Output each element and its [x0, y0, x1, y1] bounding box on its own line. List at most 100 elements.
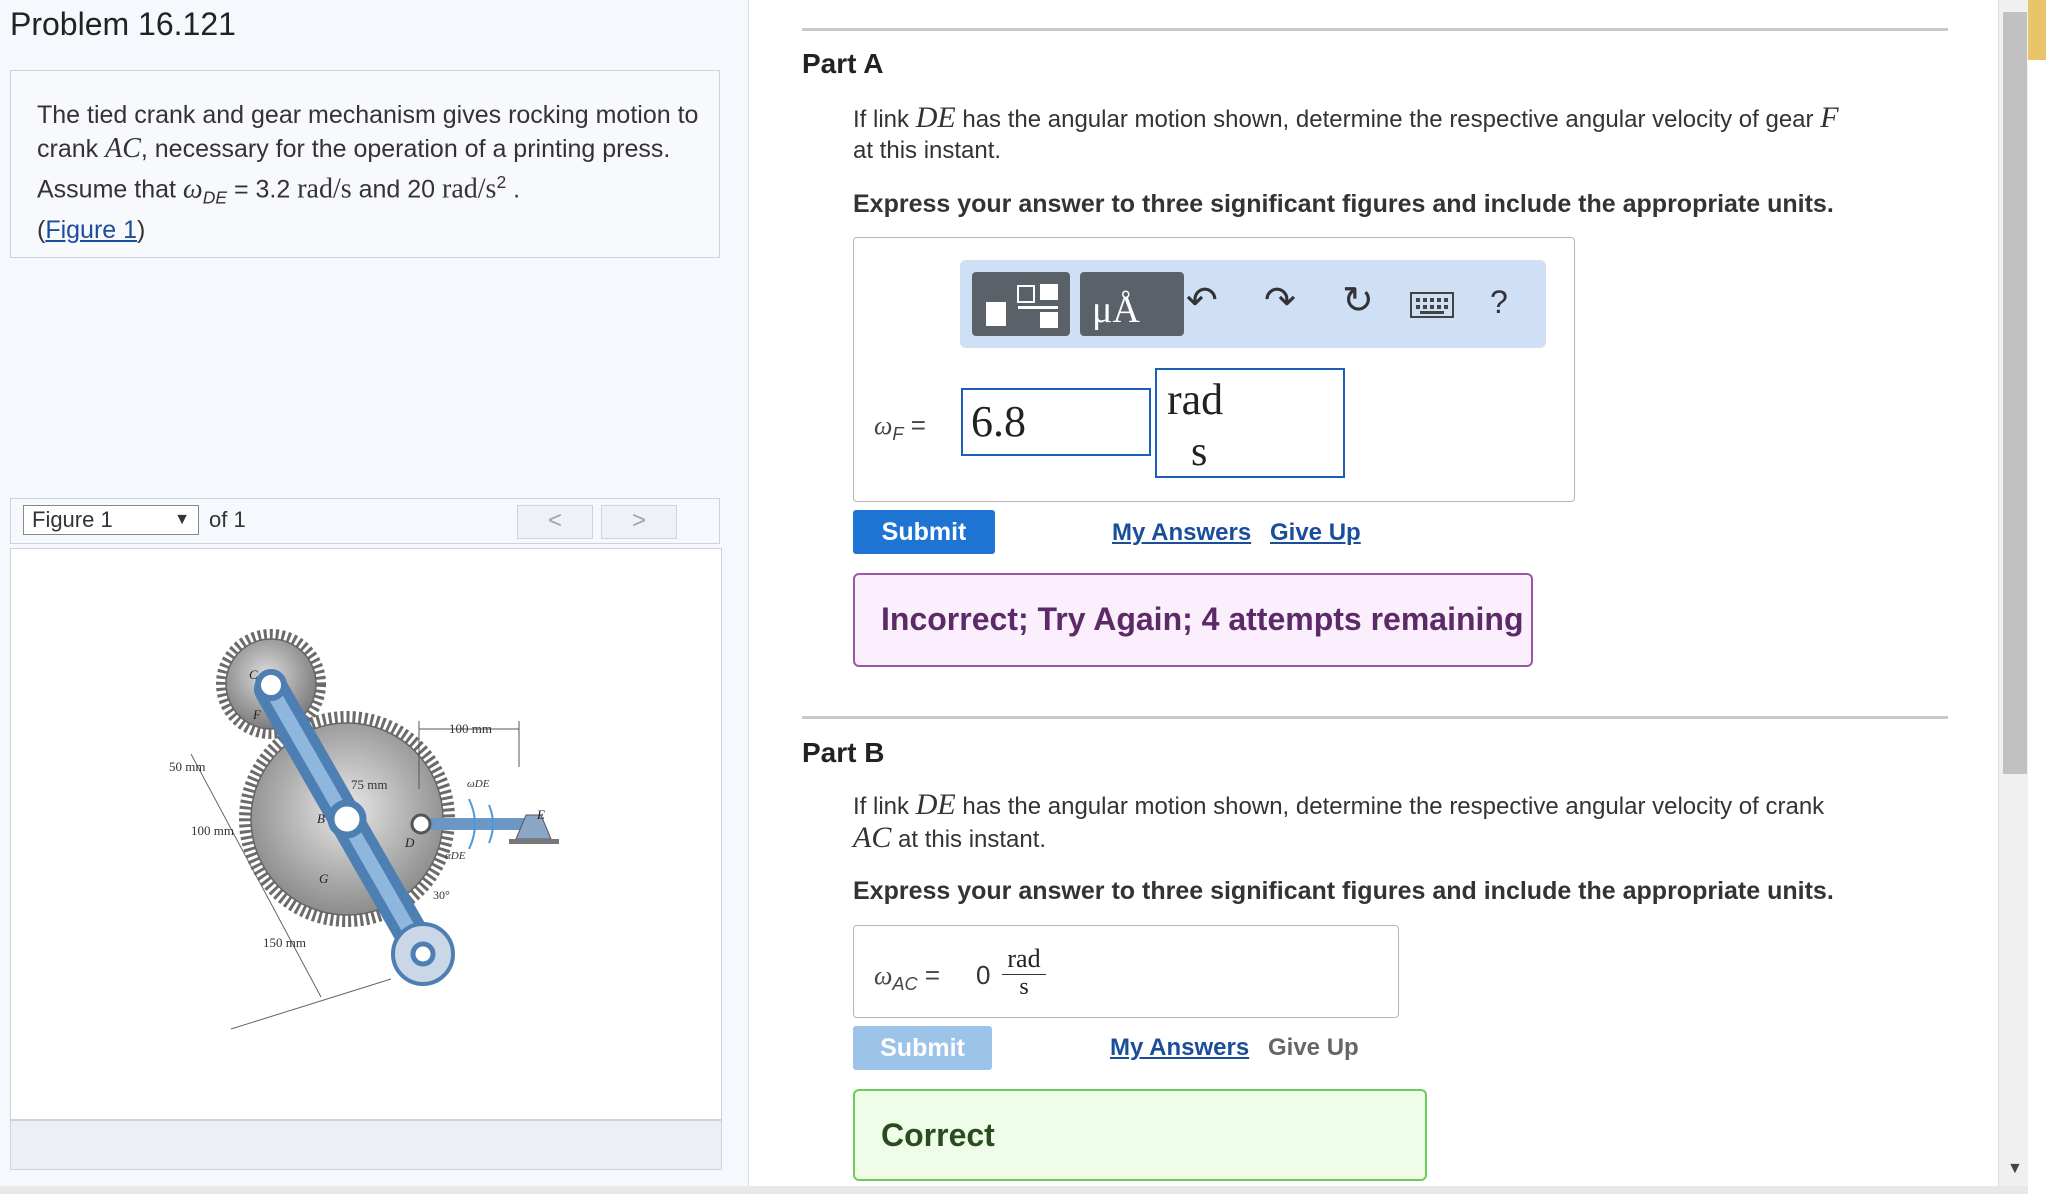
part-b-question: If link DE has the angular motion shown,… [853, 789, 1953, 855]
label-c: C [249, 667, 258, 682]
math-f: F [1820, 101, 1839, 134]
part-a-answer-box: μÅ ↶ ↷ ↻ ? ωF = 6.8 rad s [853, 237, 1575, 502]
caret-down-icon: ▼ [174, 511, 190, 528]
part-b-title: Part B [802, 737, 885, 768]
redo-icon[interactable]: ↷ [1264, 278, 1296, 323]
part-a-question: If link DE has the angular motion shown,… [853, 102, 1953, 166]
units-button[interactable]: μÅ [1080, 272, 1184, 336]
part-a-title: Part A [802, 48, 884, 79]
reset-icon[interactable]: ↻ [1342, 278, 1374, 323]
label-g: G [319, 871, 329, 886]
part-b-answer-box: ωAC = 0 rad s [853, 925, 1399, 1018]
omega-f-units-input[interactable]: rad s [1155, 368, 1345, 478]
part-b-give-up-label: Give Up [1268, 1034, 1359, 1061]
unit-rad-s2: rad/s [442, 173, 497, 205]
units-button-label: μÅ [1092, 289, 1140, 331]
part-a-submit-button[interactable]: Submit [853, 510, 995, 554]
pin-a [410, 941, 436, 967]
part-a-feedback: Incorrect; Try Again; 4 attempts remaini… [853, 573, 1533, 667]
math-ac: AC [853, 821, 892, 854]
math-ac: AC [105, 133, 141, 164]
scrollbar-thumb[interactable] [2003, 12, 2027, 774]
dimension-line [230, 978, 392, 1030]
label-omega-de: ωDE [467, 778, 490, 790]
math-de: DE [915, 101, 956, 134]
window-edge [2028, 0, 2046, 1194]
equals-sign: = [917, 960, 941, 990]
label-f: F [252, 707, 262, 722]
figure-navigation-bar: Figure 1 ▼ of 1 < > [10, 498, 720, 544]
dim-label: 100 mm [191, 823, 234, 838]
pin-d [410, 813, 432, 835]
problem-statement: The tied crank and gear mechanism gives … [37, 99, 717, 247]
next-figure-button[interactable]: > [601, 505, 677, 539]
question-text: If link [853, 793, 916, 820]
unit-numerator: rad [1167, 375, 1224, 424]
question-text: at this instant. [891, 826, 1047, 853]
omega-ac-value: 0 [976, 960, 991, 990]
omega-sub: AC [892, 974, 918, 995]
help-button[interactable]: ? [1490, 284, 1508, 321]
paren: ) [137, 216, 146, 245]
unit-sup: 2 [496, 172, 507, 192]
omega-symbol: ω [874, 411, 893, 440]
keyboard-icon[interactable] [1410, 292, 1454, 323]
math-omega-sub: DE [202, 187, 227, 208]
figure-area: 100 mm 50 mm 75 mm 100 mm 150 mm 30° C F… [10, 548, 722, 1120]
angle-label: 30° [433, 888, 450, 902]
unit-denominator: s [1191, 429, 1208, 475]
math-de: DE [915, 788, 956, 821]
part-a-instruction: Express your answer to three significant… [853, 190, 1834, 218]
part-b-submit-button[interactable]: Submit [853, 1026, 992, 1070]
figure-count: of 1 [209, 507, 246, 532]
part-b-my-answers-link[interactable]: My Answers [1110, 1034, 1249, 1062]
figure-1-link[interactable]: Figure 1 [45, 216, 137, 244]
pin-c [255, 669, 287, 701]
dim-label: 75 mm [351, 777, 387, 792]
problem-text-part: = 3.2 [227, 175, 298, 204]
part-a-feedback-text: Incorrect; Try Again; 4 attempts remaini… [881, 601, 1524, 637]
window-bottom-edge [0, 1186, 2028, 1194]
label-e: E [536, 807, 545, 822]
part-b-instruction: Express your answer to three significant… [853, 877, 1834, 905]
figure-select[interactable]: Figure 1 ▼ [23, 505, 199, 535]
question-text: has the angular motion shown, determine … [955, 106, 1821, 133]
part-b-feedback: Correct [853, 1089, 1427, 1181]
omega-f-value-input[interactable]: 6.8 [961, 388, 1151, 456]
scroll-down-icon[interactable]: ▼ [2007, 1160, 2023, 1178]
vertical-scrollbar[interactable]: ▼ [1998, 0, 2029, 1194]
figure-select-value: Figure 1 [32, 507, 113, 532]
undo-icon[interactable]: ↶ [1186, 278, 1218, 323]
pin-b [327, 799, 367, 839]
label-alpha-de: αDE [445, 850, 466, 862]
math-omega: ω [182, 173, 203, 205]
omega-sub: F [892, 424, 904, 445]
part-a-give-up-link[interactable]: Give Up [1270, 519, 1361, 547]
unit-denominator: s [1019, 974, 1029, 1000]
question-text: at this instant. [853, 137, 1002, 164]
dim-label: 100 mm [449, 721, 492, 736]
problem-pane: Problem 16.121 The tied crank and gear m… [0, 0, 749, 1194]
label-b: B [317, 811, 325, 826]
templates-button[interactable] [972, 272, 1070, 336]
previous-figure-button[interactable]: < [517, 505, 593, 539]
mechanism-figure: 100 mm 50 mm 75 mm 100 mm 150 mm 30° C F… [169, 629, 559, 1030]
dim-label: 50 mm [169, 759, 205, 774]
problem-text-part: and 20 [351, 175, 442, 204]
omega-symbol: ω [874, 961, 893, 990]
problem-title: Problem 16.121 [10, 6, 236, 42]
unit-numerator: rad [1002, 944, 1046, 975]
problem-text-part: . [506, 175, 521, 204]
question-text: If link [853, 106, 916, 133]
templates-icon [986, 284, 1058, 328]
equals-sign: = [903, 410, 926, 440]
figure-footer [10, 1120, 722, 1170]
keyboard-shape [1410, 292, 1454, 318]
part-a-my-answers-link[interactable]: My Answers [1112, 519, 1251, 547]
problem-statement-box: The tied crank and gear mechanism gives … [10, 70, 720, 258]
unit-rad-s: rad/s [297, 173, 352, 205]
omega-f-label: ωF = [874, 410, 926, 445]
dim-label: 150 mm [263, 935, 306, 950]
ground [509, 839, 559, 844]
question-text: has the angular motion shown, determine … [955, 793, 1825, 820]
